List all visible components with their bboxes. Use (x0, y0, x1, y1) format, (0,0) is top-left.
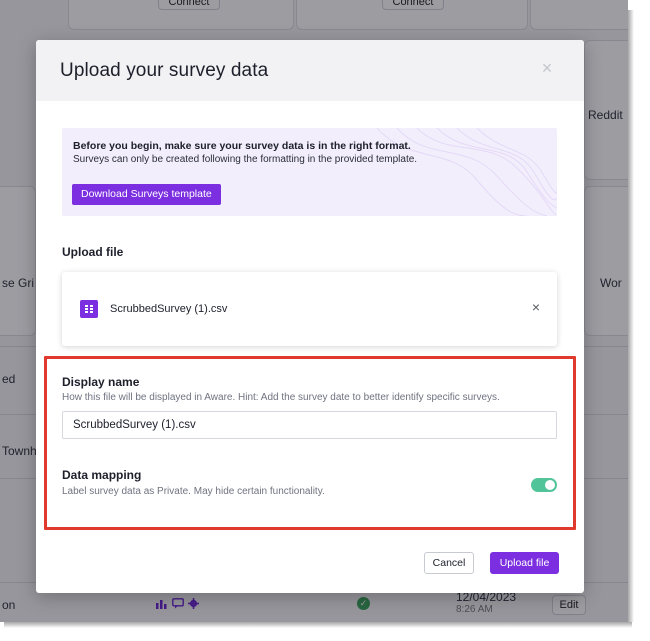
file-name: ScrubbedSurvey (1).csv (110, 303, 228, 315)
info-title: Before you begin, make sure your survey … (73, 140, 411, 152)
uploaded-file-card: ScrubbedSurvey (1).csv × (62, 272, 557, 346)
display-name-input[interactable] (62, 411, 557, 439)
frame-shadow (4, 622, 632, 628)
close-icon[interactable]: × (539, 59, 555, 77)
remove-file-icon[interactable]: × (529, 299, 543, 315)
toggle-knob (545, 480, 555, 490)
cancel-button[interactable]: Cancel (424, 552, 474, 574)
private-data-toggle[interactable] (531, 478, 557, 492)
info-subtitle: Surveys can only be created following th… (73, 154, 418, 165)
data-mapping-label: Data mapping (62, 468, 142, 482)
upload-file-button[interactable]: Upload file (490, 552, 559, 574)
upload-survey-modal: Upload your survey data × Before you beg… (36, 40, 584, 593)
modal-title: Upload your survey data (60, 60, 269, 81)
format-info-banner: Before you begin, make sure your survey … (62, 128, 557, 216)
frame-shadow (628, 10, 634, 622)
download-template-button[interactable]: Download Surveys template (72, 184, 221, 205)
spreadsheet-icon (80, 300, 98, 318)
display-name-hint: How this file will be displayed in Aware… (62, 392, 500, 403)
modal-header: Upload your survey data × (36, 40, 584, 101)
display-name-label: Display name (62, 375, 140, 389)
upload-file-label: Upload file (62, 245, 124, 259)
data-mapping-description: Label survey data as Private. May hide c… (62, 486, 325, 497)
